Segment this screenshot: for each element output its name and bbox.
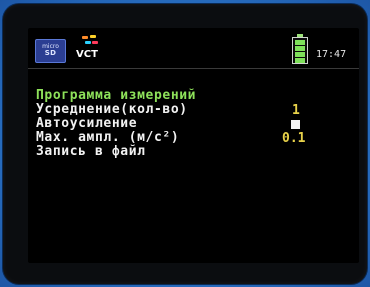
menu-item-write-to-file[interactable]: Запись в файл [36, 145, 146, 158]
menu-item-max-amplitude[interactable]: Max. ампл. (м/с²) [36, 131, 179, 144]
battery-icon [292, 34, 308, 64]
display-screen: micro SD VCT 17:47 Программа измерений У… [28, 28, 359, 263]
max-amplitude-value[interactable]: 0.1 [282, 131, 305, 146]
vct-app-icon: VCT [72, 35, 102, 63]
menu-title: Программа измерений [36, 88, 197, 103]
microsd-icon: micro SD [35, 39, 66, 63]
autogain-checkbox[interactable] [291, 120, 300, 129]
status-divider [28, 68, 359, 69]
microsd-icon-bottom-label: SD [44, 49, 57, 57]
device-bezel: micro SD VCT 17:47 Программа измерений У… [3, 4, 367, 284]
clock: 17:47 [316, 49, 347, 60]
menu-item-averaging[interactable]: Усреднение(кол-во) [36, 103, 188, 116]
menu-item-autogain[interactable]: Автоусиление [36, 117, 137, 130]
vct-label: VCT [76, 49, 98, 60]
averaging-value[interactable]: 1 [292, 103, 300, 118]
